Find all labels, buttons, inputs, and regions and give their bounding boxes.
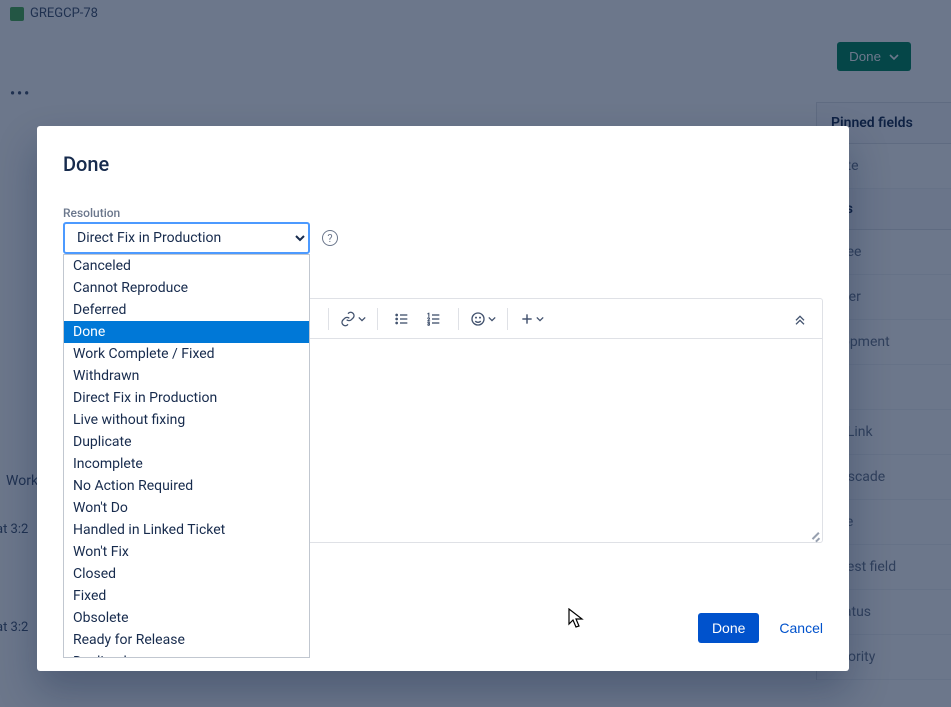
insert-button[interactable] — [518, 305, 546, 333]
numbered-list-button[interactable]: 123 — [420, 305, 448, 333]
resolution-option[interactable]: Ready for Release — [64, 629, 309, 651]
toolbar-separator — [328, 308, 329, 330]
resolution-option[interactable]: Incomplete — [64, 453, 309, 475]
resolution-field-label: Resolution — [63, 206, 823, 220]
resolution-option[interactable]: Cannot Reproduce — [64, 277, 309, 299]
toolbar-separator — [458, 308, 459, 330]
resolution-option[interactable]: Duplicate — [64, 431, 309, 453]
resolution-select[interactable]: Direct Fix in Production — [63, 222, 310, 254]
resolution-dropdown-panel: Canceled Cannot Reproduce Deferred Done … — [63, 254, 310, 658]
resolution-option[interactable]: Declined — [64, 651, 309, 657]
resolution-option[interactable]: Done — [64, 321, 309, 343]
collapse-toolbar-button[interactable] — [786, 305, 814, 333]
resize-handle[interactable] — [808, 528, 820, 540]
resolution-option[interactable]: Obsolete — [64, 607, 309, 629]
dropdown-list[interactable]: Canceled Cannot Reproduce Deferred Done … — [64, 255, 309, 657]
resolution-option[interactable]: Work Complete / Fixed — [64, 343, 309, 365]
chevron-double-up-icon — [792, 311, 808, 327]
help-icon[interactable]: ? — [322, 230, 338, 246]
plus-icon — [520, 312, 534, 326]
resolution-option[interactable]: Live without fixing — [64, 409, 309, 431]
toolbar-separator — [507, 308, 508, 330]
emoji-button[interactable] — [469, 305, 497, 333]
chevron-down-icon — [536, 315, 544, 323]
cancel-button[interactable]: Cancel — [779, 620, 823, 636]
bullet-list-button[interactable] — [388, 305, 416, 333]
resolution-option[interactable]: Won't Do — [64, 497, 309, 519]
resolution-option[interactable]: Handled in Linked Ticket — [64, 519, 309, 541]
resolution-option[interactable]: Fixed — [64, 585, 309, 607]
link-button[interactable] — [339, 305, 367, 333]
resolution-option[interactable]: Direct Fix in Production — [64, 387, 309, 409]
resolution-option[interactable]: Closed — [64, 563, 309, 585]
numbered-list-icon: 123 — [426, 311, 442, 327]
resolution-option[interactable]: Withdrawn — [64, 365, 309, 387]
done-button[interactable]: Done — [698, 613, 759, 643]
svg-text:3: 3 — [427, 321, 430, 326]
link-icon — [340, 311, 356, 327]
resolution-option[interactable]: Deferred — [64, 299, 309, 321]
chevron-down-icon — [358, 315, 366, 323]
resolution-option[interactable]: Canceled — [64, 255, 309, 277]
transition-modal: Done Resolution Direct Fix in Production… — [37, 126, 849, 671]
resolution-option[interactable]: Won't Fix — [64, 541, 309, 563]
bullet-list-icon — [394, 311, 410, 327]
emoji-icon — [470, 311, 486, 327]
modal-title: Done — [63, 152, 823, 176]
chevron-down-icon — [488, 315, 496, 323]
resolution-option[interactable]: No Action Required — [64, 475, 309, 497]
toolbar-separator — [377, 308, 378, 330]
